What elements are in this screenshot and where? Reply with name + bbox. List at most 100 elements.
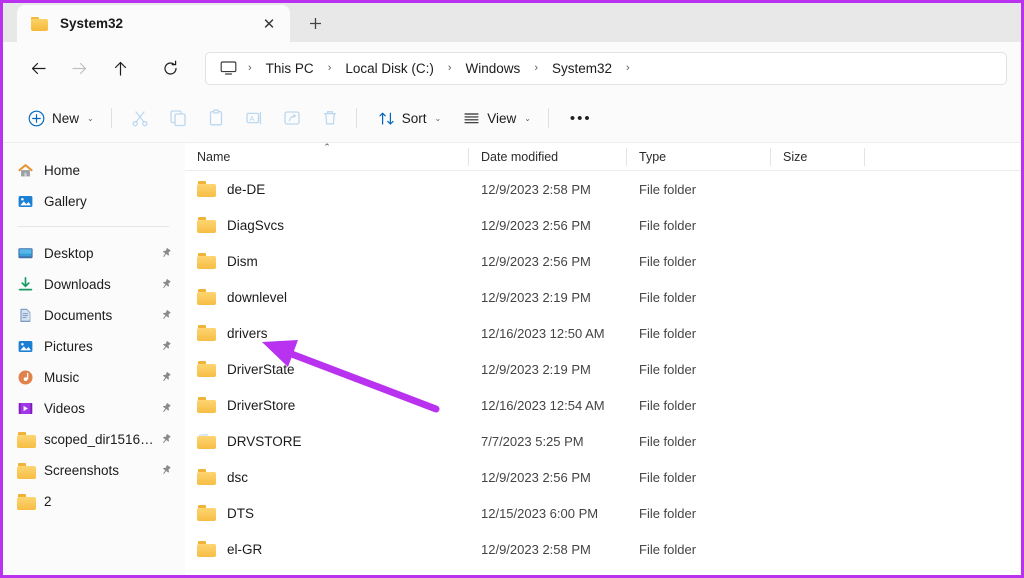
sort-arrows-icon xyxy=(379,112,394,125)
table-row[interactable]: de-DE 12/9/2023 2:58 PM File folder xyxy=(185,171,1021,207)
breadcrumb-separator-2[interactable]: › xyxy=(441,62,459,74)
table-row[interactable]: drivers 12/16/2023 12:50 AM File folder xyxy=(185,315,1021,351)
folder-icon xyxy=(31,16,48,31)
downloads-icon xyxy=(17,276,34,293)
file-name-cell: dsc xyxy=(185,469,469,485)
sidebar-item-scoped-dir[interactable]: scoped_dir1516… xyxy=(9,425,177,454)
file-name-cell: drivers xyxy=(185,325,469,341)
desktop-icon xyxy=(17,245,34,262)
breadcrumb-item-windows[interactable]: Windows xyxy=(459,58,528,79)
view-button[interactable]: View ⌄ xyxy=(454,102,540,135)
sidebar-item-label: scoped_dir1516… xyxy=(44,432,154,447)
share-icon xyxy=(284,111,300,125)
file-name-cell: downlevel xyxy=(185,289,469,305)
sidebar-item-gallery[interactable]: Gallery xyxy=(9,187,177,216)
column-header-name[interactable]: Name ⌃ xyxy=(185,143,469,171)
forward-button[interactable] xyxy=(62,51,96,85)
column-header-blank xyxy=(865,143,1021,171)
sidebar-item-music[interactable]: Music xyxy=(9,363,177,392)
table-row[interactable]: Dism 12/9/2023 2:56 PM File folder xyxy=(185,243,1021,279)
copy-icon xyxy=(170,110,186,127)
paste-button[interactable] xyxy=(199,102,234,135)
delete-button[interactable] xyxy=(313,102,348,135)
date-modified-cell: 12/9/2023 2:56 PM xyxy=(481,253,591,269)
gallery-icon xyxy=(17,193,34,210)
table-row[interactable]: DRVSTORE 7/7/2023 5:25 PM File folder xyxy=(185,423,1021,459)
folder-icon xyxy=(197,217,216,233)
date-modified-cell: 12/9/2023 2:56 PM xyxy=(481,469,591,485)
trash-icon xyxy=(323,111,337,125)
sidebar-divider xyxy=(17,226,169,227)
home-icon xyxy=(17,162,34,179)
close-icon[interactable]: ✕ xyxy=(256,11,282,37)
up-button[interactable] xyxy=(103,51,137,85)
file-name-cell: DRVSTORE xyxy=(185,433,469,449)
column-header-type[interactable]: Type xyxy=(627,143,771,171)
sidebar-item-label: Desktop xyxy=(44,246,94,261)
sidebar-item-label: 2 xyxy=(44,494,52,509)
sidebar-item-label: Home xyxy=(44,163,81,178)
view-button-label: View xyxy=(487,110,517,126)
file-name-cell: DTS xyxy=(185,505,469,521)
file-list-pane: Name ⌃ Date modified Type Size de-DE 12/… xyxy=(185,143,1021,575)
column-header-date-modified[interactable]: Date modified xyxy=(469,143,627,171)
navigation-sidebar[interactable]: Home Gallery Desktop Downloads Documents… xyxy=(3,143,185,575)
copy-button[interactable] xyxy=(161,102,196,135)
table-row[interactable]: DiagSvcs 12/9/2023 2:56 PM File folder xyxy=(185,207,1021,243)
refresh-button[interactable] xyxy=(153,51,187,85)
new-button[interactable]: New ⌄ xyxy=(19,102,103,135)
file-name-cell: DriverState xyxy=(185,361,469,377)
table-row[interactable]: DTS 12/15/2023 6:00 PM File folder xyxy=(185,495,1021,531)
tab-system32[interactable]: System32 ✕ xyxy=(17,5,290,42)
monitor-icon[interactable] xyxy=(216,60,241,76)
date-modified-cell: 12/9/2023 2:19 PM xyxy=(481,361,591,377)
table-row[interactable]: dsc 12/9/2023 2:56 PM File folder xyxy=(185,459,1021,495)
rename-button[interactable]: A xyxy=(237,102,272,135)
sidebar-item-documents[interactable]: Documents xyxy=(9,301,177,330)
clipboard-paste-icon xyxy=(210,109,223,126)
documents-icon xyxy=(17,307,34,324)
new-tab-button[interactable] xyxy=(298,8,332,38)
breadcrumb-item-this-pc[interactable]: This PC xyxy=(259,58,321,79)
chevron-down-icon: ⌄ xyxy=(524,113,531,123)
music-icon xyxy=(17,369,34,386)
plus-icon xyxy=(309,17,321,29)
sidebar-item-downloads[interactable]: Downloads xyxy=(9,270,177,299)
type-cell: File folder xyxy=(639,325,697,341)
sidebar-item-screenshots[interactable]: Screenshots xyxy=(9,456,177,485)
breadcrumb-separator-0[interactable]: › xyxy=(241,62,259,74)
table-row[interactable]: downlevel 12/9/2023 2:19 PM File folder xyxy=(185,279,1021,315)
file-name-cell: DiagSvcs xyxy=(185,217,469,233)
sidebar-item-label: Music xyxy=(44,370,80,385)
sort-button[interactable]: Sort ⌄ xyxy=(369,102,450,135)
table-row[interactable]: DriverStore 12/16/2023 12:54 AM File fol… xyxy=(185,387,1021,423)
column-header-size[interactable]: Size xyxy=(771,143,865,171)
breadcrumb-separator-4[interactable]: › xyxy=(619,62,637,74)
type-cell: File folder xyxy=(639,397,697,413)
sidebar-item-pictures[interactable]: Pictures xyxy=(9,332,177,361)
breadcrumb-item-system32[interactable]: System32 xyxy=(545,58,619,79)
breadcrumb-item-local-disk[interactable]: Local Disk (C:) xyxy=(338,58,441,79)
table-row[interactable]: el-GR 12/9/2023 2:58 PM File folder xyxy=(185,531,1021,567)
date-modified-cell: 12/9/2023 2:58 PM xyxy=(481,181,591,197)
sort-button-label: Sort xyxy=(401,110,427,126)
sidebar-item-2[interactable]: 2 xyxy=(9,487,177,516)
type-cell: File folder xyxy=(639,181,697,197)
breadcrumb-separator-1[interactable]: › xyxy=(321,62,339,74)
cut-button[interactable] xyxy=(123,102,158,135)
type-cell: File folder xyxy=(639,469,697,485)
sidebar-item-desktop[interactable]: Desktop xyxy=(9,239,177,268)
arrow-left-icon xyxy=(31,62,46,74)
sidebar-item-videos[interactable]: Videos xyxy=(9,394,177,423)
back-button[interactable] xyxy=(21,51,55,85)
share-button[interactable] xyxy=(275,102,310,135)
folder-open-icon xyxy=(197,433,216,449)
sidebar-item-label: Videos xyxy=(44,401,86,416)
breadcrumb[interactable]: › This PC › Local Disk (C:) › Windows › … xyxy=(205,51,1007,85)
sidebar-item-home[interactable]: Home xyxy=(9,156,177,185)
sidebar-item-label: Downloads xyxy=(44,277,111,292)
more-options-button[interactable]: ••• xyxy=(561,102,601,135)
date-modified-cell: 12/16/2023 12:54 AM xyxy=(481,397,605,413)
table-row[interactable]: DriverState 12/9/2023 2:19 PM File folde… xyxy=(185,351,1021,387)
breadcrumb-separator-3[interactable]: › xyxy=(527,62,545,74)
